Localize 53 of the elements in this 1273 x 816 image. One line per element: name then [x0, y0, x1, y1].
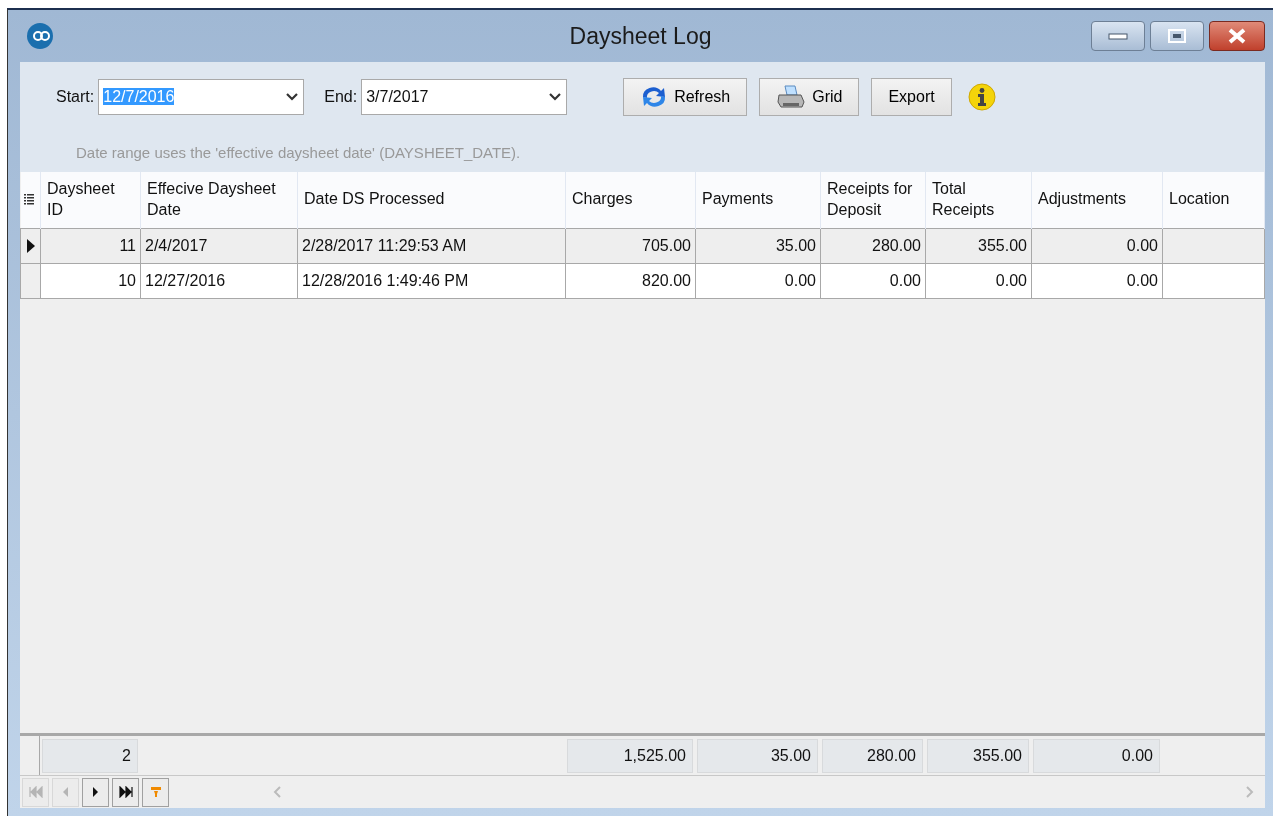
column-chooser-icon[interactable]	[23, 193, 34, 208]
table-cell: 12/28/2016 1:49:46 PM	[302, 271, 469, 289]
table-cell: 0.00	[995, 271, 1027, 289]
minimize-icon	[1108, 31, 1128, 41]
table-cell: 280.00	[872, 236, 921, 254]
skip-last-icon	[118, 786, 133, 798]
print-button[interactable]: Grid	[759, 78, 860, 116]
table-cell: 0.00	[784, 271, 816, 289]
filter-icon	[150, 787, 161, 797]
right-triangle-icon	[93, 787, 98, 797]
table-cell: 11	[119, 236, 136, 254]
total-cell: 355.00	[927, 738, 1029, 773]
field-label: Start:	[56, 87, 95, 107]
refresh-button[interactable]: Refresh	[623, 78, 748, 116]
app-logo-icon	[26, 22, 54, 50]
last-record-button[interactable]	[112, 777, 139, 807]
table-cell: 705.00	[642, 236, 691, 254]
caret-icon	[285, 92, 300, 102]
table-cell: 0.00	[889, 271, 921, 289]
field-value: 3/7/2017	[366, 88, 429, 105]
table-cell: 2/28/2017 11:29:53 AM	[302, 236, 467, 254]
field-label: End:	[324, 87, 358, 107]
maximize-icon	[1168, 29, 1186, 43]
table-cell: 12/27/2016	[145, 271, 226, 289]
total-cell: 2	[42, 738, 138, 773]
close-button[interactable]	[1209, 21, 1265, 51]
total-cell: 35.00	[697, 738, 818, 773]
total-cell: 0.00	[1033, 738, 1160, 773]
total-cell: 1,525.00	[567, 738, 693, 773]
field-value: 12/7/2016	[103, 88, 175, 105]
total-cell: 280.00	[822, 738, 923, 773]
hint-text: Date range uses the 'effective daysheet date' (DAYSHEET_DATE).	[76, 144, 521, 161]
date-field[interactable]: 3/7/2017	[361, 79, 568, 115]
info-icon[interactable]	[967, 83, 996, 111]
skip-first-icon	[28, 786, 43, 798]
next-record-button[interactable]	[82, 777, 109, 807]
maximize-button[interactable]	[1150, 21, 1204, 51]
minimize-button[interactable]	[1091, 21, 1145, 51]
table-cell: 2/4/2017	[145, 236, 208, 254]
row-selector[interactable]	[20, 228, 41, 263]
table-cell: 0.00	[1126, 236, 1158, 254]
table-cell: 10	[118, 271, 136, 289]
table-cell: 355.00	[978, 236, 1027, 254]
table-cell: 35.00	[775, 236, 816, 254]
table-cell: 0.00	[1126, 271, 1158, 289]
export-button[interactable]: Export	[871, 78, 952, 116]
window-title: Daysheet Log	[569, 22, 712, 49]
caret-icon	[548, 92, 563, 102]
printer-icon	[776, 84, 807, 110]
left-triangle-icon	[63, 787, 68, 797]
close-icon	[1227, 28, 1247, 44]
row-pointer-icon	[26, 239, 35, 254]
table-cell: 820.00	[642, 271, 691, 289]
